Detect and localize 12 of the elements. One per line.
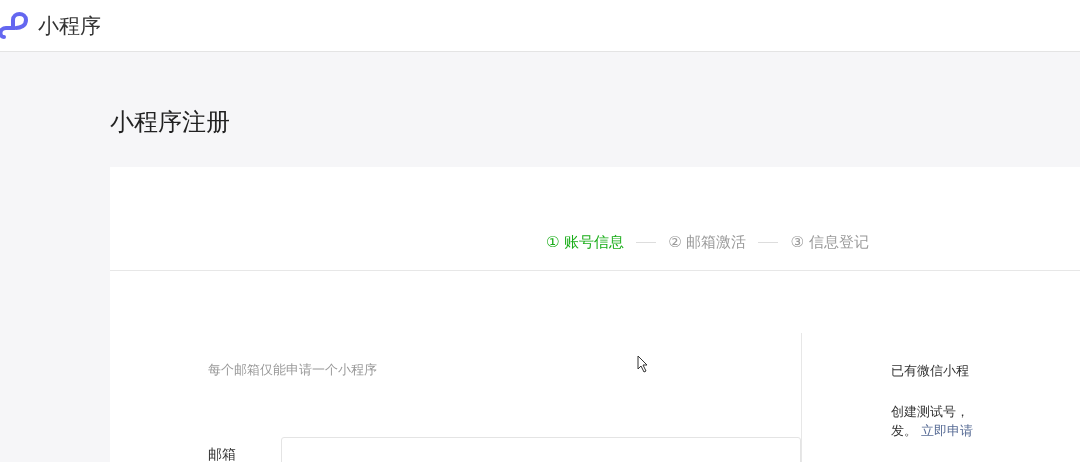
info-text: 发。: [891, 423, 917, 438]
step-label: ③ 信息登记: [790, 233, 869, 252]
field-label: 邮箱: [208, 446, 237, 462]
step-label: ① 账号信息: [546, 233, 625, 252]
logo-icon: [0, 10, 30, 41]
app-title: 小程序: [38, 12, 101, 40]
info-text: 创建测试号，: [891, 403, 970, 421]
step-label: ② 邮箱激活: [668, 233, 747, 252]
page-title: 小程序注册: [110, 107, 231, 138]
info-text: 已有微信小程: [891, 362, 970, 380]
cursor-icon: [637, 355, 649, 373]
apply-link[interactable]: 立即申请: [921, 423, 973, 438]
